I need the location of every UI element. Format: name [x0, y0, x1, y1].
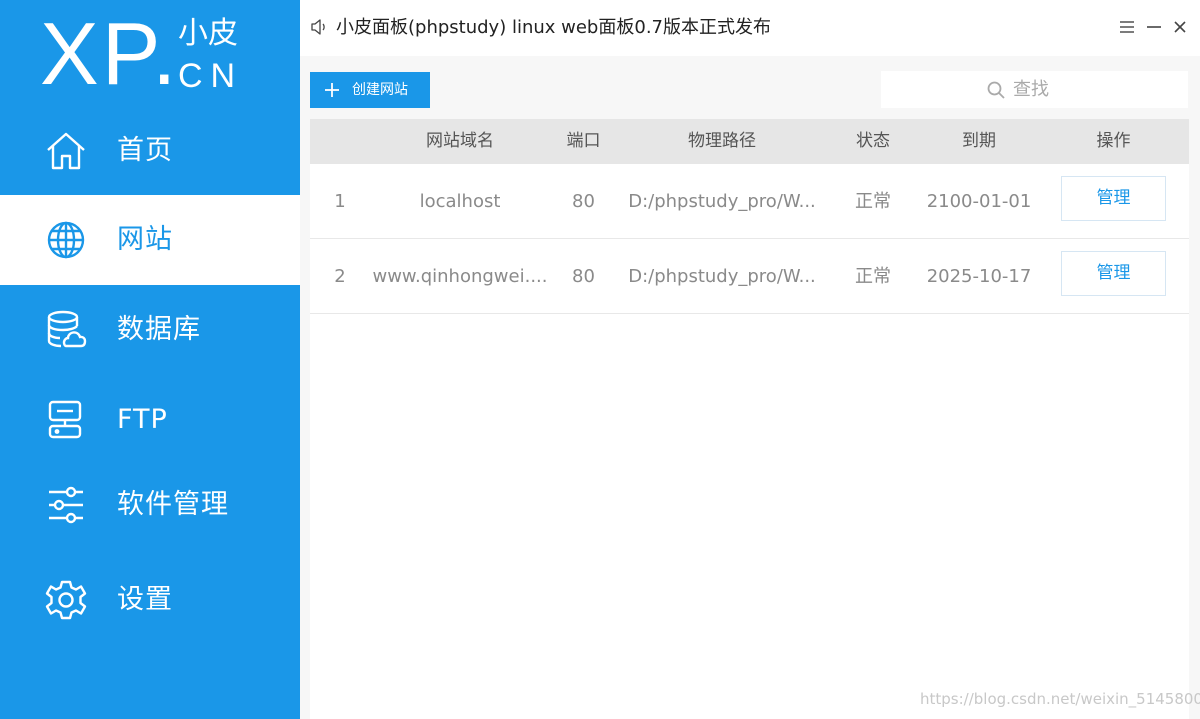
- manage-button[interactable]: 管理: [1061, 176, 1166, 221]
- ftp-icon: [44, 398, 88, 442]
- home-icon: [44, 129, 88, 173]
- manage-button[interactable]: 管理: [1061, 251, 1166, 296]
- watermark-text: https://blog.csdn.net/weixin_51458001: [920, 690, 1200, 708]
- speaker-icon: [310, 18, 328, 36]
- title-bar: 小皮面板(phpstudy) linux web面板0.7版本正式发布: [300, 0, 1200, 56]
- row-status: 正常: [855, 191, 891, 212]
- sliders-icon: [44, 483, 88, 527]
- sidebar-item-software[interactable]: 软件管理: [0, 460, 300, 550]
- row-port: 80: [572, 191, 595, 212]
- sidebar-item-label: 设置: [117, 584, 173, 615]
- row-domain: localhost: [419, 191, 501, 212]
- sidebar-item-website[interactable]: 网站: [0, 195, 300, 285]
- create-website-button[interactable]: 创建网站: [310, 72, 430, 108]
- row-index: 2: [334, 266, 346, 287]
- search-input[interactable]: [1011, 75, 1181, 104]
- sidebar: XP. 小皮 CN 首页 网站 数据库 FTP 软件管理 设置: [0, 0, 300, 719]
- sidebar-item-label: FTP: [117, 404, 168, 435]
- row-path: D:/phpstudy_pro/W...: [628, 266, 816, 287]
- column-header-expire: 到期: [962, 131, 996, 151]
- globe-icon: [44, 218, 88, 262]
- column-header-status: 状态: [856, 131, 890, 151]
- website-table: 网站域名 端口 物理路径 状态 到期 操作 1 localhost 80 D:/…: [310, 119, 1189, 719]
- sidebar-item-label: 软件管理: [117, 489, 229, 520]
- column-header-path: 物理路径: [688, 131, 756, 151]
- database-icon: [44, 308, 88, 352]
- sidebar-item-label: 首页: [117, 135, 173, 166]
- logo-domain-text: CN: [178, 57, 244, 95]
- column-header-action: 操作: [1096, 131, 1131, 151]
- minimize-icon[interactable]: [1143, 16, 1165, 38]
- column-header-port: 端口: [566, 131, 601, 151]
- search-icon[interactable]: [987, 81, 1005, 99]
- close-icon[interactable]: [1169, 16, 1191, 38]
- sidebar-item-settings[interactable]: 设置: [0, 555, 300, 645]
- main-panel: 小皮面板(phpstudy) linux web面板0.7版本正式发布 创建网站…: [300, 0, 1200, 719]
- row-port: 80: [572, 266, 595, 287]
- row-index: 1: [334, 191, 346, 212]
- row-status: 正常: [855, 266, 891, 287]
- search-box: [881, 71, 1188, 108]
- row-expire: 2025-10-17: [926, 266, 1032, 287]
- sidebar-item-label: 网站: [117, 224, 173, 255]
- gear-icon: [44, 578, 88, 622]
- plus-icon: [324, 82, 340, 98]
- table-row[interactable]: 2 www.qinhongwei.... 80 D:/phpstudy_pro/…: [310, 239, 1189, 314]
- logo: XP. 小皮 CN: [0, 0, 300, 106]
- sidebar-item-label: 数据库: [117, 314, 201, 345]
- create-website-label: 创建网站: [352, 82, 408, 98]
- menu-icon[interactable]: [1116, 16, 1138, 38]
- logo-cn-text: 小皮: [178, 16, 238, 51]
- sidebar-item-home[interactable]: 首页: [0, 106, 300, 196]
- logo-main-text: XP.: [40, 4, 180, 103]
- column-header-domain: 网站域名: [426, 131, 494, 151]
- row-domain: www.qinhongwei....: [372, 266, 548, 287]
- sidebar-item-ftp[interactable]: FTP: [0, 375, 300, 465]
- table-row[interactable]: 1 localhost 80 D:/phpstudy_pro/W... 正常 2…: [310, 164, 1189, 239]
- sidebar-item-database[interactable]: 数据库: [0, 285, 300, 375]
- row-path: D:/phpstudy_pro/W...: [628, 191, 816, 212]
- row-expire: 2100-01-01: [926, 191, 1032, 212]
- announcement-text[interactable]: 小皮面板(phpstudy) linux web面板0.7版本正式发布: [336, 15, 771, 41]
- table-header: 网站域名 端口 物理路径 状态 到期 操作: [310, 119, 1189, 164]
